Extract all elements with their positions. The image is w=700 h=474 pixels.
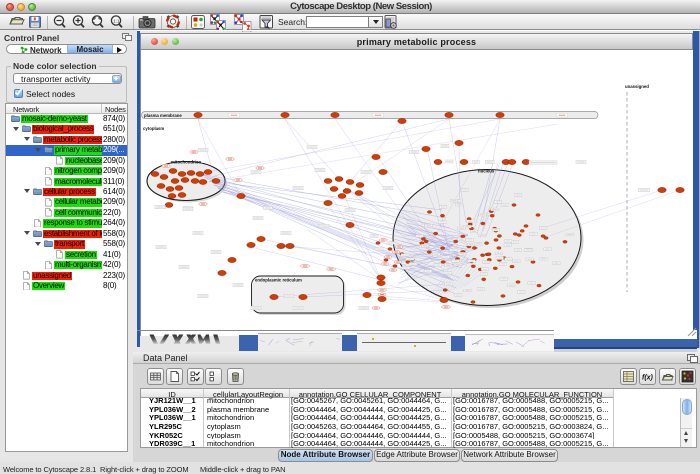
svg-text:plasma membrane: plasma membrane (144, 113, 182, 118)
svg-text:nucleus: nucleus (478, 169, 495, 174)
svg-text:f(x): f(x) (642, 375, 654, 382)
svg-text:cytoplasm: cytoplasm (143, 126, 164, 131)
svg-text:endoplasmic reticulum: endoplasmic reticulum (255, 278, 302, 283)
svg-text:unassigned: unassigned (625, 84, 649, 89)
svg-text:mitochondrion: mitochondrion (171, 160, 201, 165)
svg-text:1:1: 1:1 (113, 18, 120, 23)
